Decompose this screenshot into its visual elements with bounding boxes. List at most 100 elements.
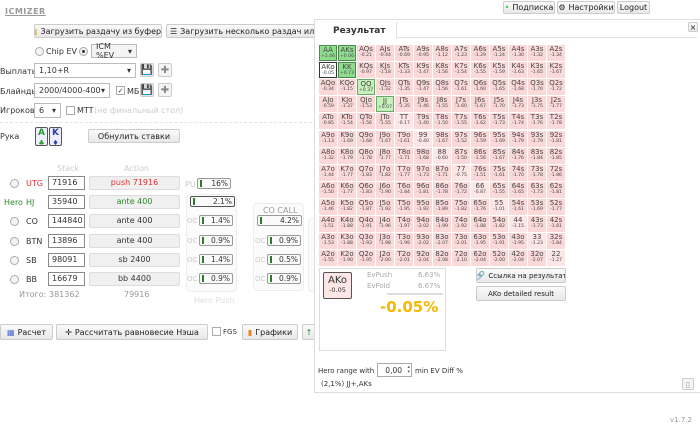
hand-cell-A9o[interactable]: A9o -1.13	[319, 130, 337, 147]
hand-cell-T9o[interactable]: T9o -1.61	[395, 130, 413, 147]
hand-cell-AJo[interactable]: AJo -0.59	[319, 96, 337, 113]
hand-cell-QTo[interactable]: QTo -1.56	[357, 113, 375, 130]
hand-cell-63o[interactable]: 63o -1.95	[471, 233, 489, 250]
hand-cell-K2s[interactable]: K2s -1.67	[547, 62, 565, 79]
card-king-diamonds[interactable]: K ♦	[49, 127, 62, 147]
hand-cell-A6s[interactable]: A6s -1.29	[471, 45, 489, 61]
hand-cell-KJs[interactable]: KJs -1.18	[376, 62, 394, 79]
spinner-icon[interactable]: ▴ ▾	[407, 365, 410, 375]
hand-cell-92s[interactable]: 92s -1.81	[547, 130, 565, 147]
hand-cell-A3o[interactable]: A3o -1.53	[319, 233, 337, 250]
hand-cell-J3o[interactable]: J3o -1.98	[376, 233, 394, 250]
hand-cell-A4o[interactable]: A4o -1.51	[319, 216, 337, 232]
hand-cell-T6s[interactable]: T6s -1.62	[471, 113, 489, 130]
players-select[interactable]: 6 ▾	[34, 103, 61, 118]
hand-cell-T8o[interactable]: T8o -1.71	[395, 147, 413, 164]
co-call-range-bar[interactable]: 0.9%	[267, 273, 301, 284]
hero-radio[interactable]	[10, 237, 19, 246]
fgs-checkbox[interactable]	[212, 327, 221, 336]
hand-cell-A2o[interactable]: A2o -1.55	[319, 250, 337, 267]
hand-cell-98o[interactable]: 98o -1.68	[414, 147, 432, 164]
hand-cell-Q8s[interactable]: Q8s -1.56	[433, 79, 451, 96]
hand-cell-K9o[interactable]: K9o -1.69	[338, 130, 356, 147]
hand-cell-92o[interactable]: 92o -2.04	[414, 250, 432, 267]
stack-input[interactable]: 13896	[48, 234, 85, 248]
hero-push-range-bar[interactable]: 1.4%	[199, 254, 233, 265]
blinds-select[interactable]: 2000/4000-400 ▾	[34, 83, 110, 98]
hero-push-range-bar[interactable]: 1.4%	[199, 215, 233, 226]
hand-cell-72o[interactable]: 72o -2.10	[452, 250, 470, 267]
hand-cell-K3s[interactable]: K3s -1.65	[528, 62, 546, 79]
hand-cell-AQs[interactable]: AQs -0.21	[357, 45, 375, 61]
hand-cell-A2s[interactable]: A2s -1.34	[547, 45, 565, 61]
hand-cell-65o[interactable]: 65o -1.76	[471, 198, 489, 215]
hand-cell-K6s[interactable]: K6s -1.55	[471, 62, 489, 79]
hand-cell-87o[interactable]: 87o -1.71	[433, 164, 451, 181]
hand-cell-T5s[interactable]: T5s -1.73	[490, 113, 508, 130]
hand-cell-QJs[interactable]: QJs -1.32	[376, 79, 394, 96]
result-tab[interactable]: Результат	[319, 22, 397, 38]
hand-cell-87s[interactable]: 87s -1.50	[452, 147, 470, 164]
hand-cell-52s[interactable]: 52s -1.77	[547, 198, 565, 215]
hand-cell-85o[interactable]: 85o -1.89	[433, 198, 451, 215]
hand-cell-T6o[interactable]: T6o -1.84	[395, 181, 413, 198]
hand-cell-KQo[interactable]: KQo -1.15	[338, 79, 356, 96]
hand-cell-93s[interactable]: 93s -1.79	[528, 130, 546, 147]
hand-cell-J4o[interactable]: J4o -1.96	[376, 216, 394, 232]
hand-cell-AKo[interactable]: AKo -0.05	[319, 62, 337, 79]
hand-cell-J6s[interactable]: J6s -1.67	[471, 96, 489, 113]
hand-cell-KQs[interactable]: KQs -0.97	[357, 62, 375, 79]
copy-document-button[interactable]: ▯	[682, 378, 694, 390]
hand-cell-A5o[interactable]: A5o -1.46	[319, 198, 337, 215]
hand-cell-74o[interactable]: 74o -1.92	[452, 216, 470, 232]
hand-cell-J9o[interactable]: J9o -1.67	[376, 130, 394, 147]
hand-cell-KTs[interactable]: KTs -1.33	[395, 62, 413, 79]
hand-cell-54s[interactable]: 54s -1.61	[509, 198, 527, 215]
hand-cell-53o[interactable]: 53o -1.91	[490, 233, 508, 250]
hand-cell-KK[interactable]: KK +0.73	[338, 62, 356, 79]
detailed-result-button[interactable]: AKo detailed result	[476, 286, 566, 301]
hand-cell-99[interactable]: 99 -0.40	[414, 130, 432, 147]
icm-radio[interactable]	[79, 47, 88, 56]
action-button[interactable]: ante 400	[89, 214, 180, 228]
hand-cell-QTs[interactable]: QTs -1.35	[395, 79, 413, 96]
hand-cell-JTo[interactable]: JTo -1.55	[376, 113, 394, 130]
hand-cell-Q9s[interactable]: Q9s -1.47	[414, 79, 432, 96]
hand-cell-TT[interactable]: TT -0.17	[395, 113, 413, 130]
hand-cell-96s[interactable]: 96s -1.59	[471, 130, 489, 147]
hand-cell-KTo[interactable]: KTo -1.54	[338, 113, 356, 130]
hand-cell-43o[interactable]: 43o -1.95	[509, 233, 527, 250]
hand-cell-J7s[interactable]: J7s -1.60	[452, 96, 470, 113]
hand-cell-64s[interactable]: 64s -1.65	[509, 181, 527, 198]
hero-radio[interactable]	[10, 217, 19, 226]
hand-cell-A8o[interactable]: A8o -1.32	[319, 147, 337, 164]
hand-cell-88[interactable]: 88 -0.60	[433, 147, 451, 164]
hand-cell-A6o[interactable]: A6o -1.50	[319, 181, 337, 198]
hand-cell-52o[interactable]: 52o -2.00	[490, 250, 508, 267]
save-blinds-button[interactable]: 💾	[140, 83, 154, 97]
hand-cell-K3o[interactable]: K3o -1.88	[338, 233, 356, 250]
hand-cell-85s[interactable]: 85s -1.67	[490, 147, 508, 164]
chip-ev-radio[interactable]	[35, 47, 44, 56]
hero-radio[interactable]	[10, 275, 19, 284]
hand-cell-J8o[interactable]: J8o -1.77	[376, 147, 394, 164]
add-blinds-button[interactable]: ✚	[158, 83, 172, 97]
add-payouts-button[interactable]: ✚	[158, 63, 172, 77]
hand-cell-42s[interactable]: 42s -1.81	[547, 216, 565, 232]
hand-cell-J5o[interactable]: J5o -1.92	[376, 198, 394, 215]
hand-cell-K6o[interactable]: K6o -1.77	[338, 181, 356, 198]
reset-bets-button[interactable]: Обнулить ставки	[88, 129, 180, 143]
hand-cell-54o[interactable]: 54o -1.82	[490, 216, 508, 232]
pu-range-bar[interactable]: 16%	[197, 178, 231, 189]
icm-mode-select[interactable]: ICM %EV ▾	[91, 42, 137, 60]
hand-cell-K4s[interactable]: K4s -1.63	[509, 62, 527, 79]
hand-cell-96o[interactable]: 96o -1.81	[414, 181, 432, 198]
hand-cell-Q6s[interactable]: Q6s -1.60	[471, 79, 489, 96]
hand-cell-T7s[interactable]: T7s -1.55	[452, 113, 470, 130]
subscription-button[interactable]: • Подписка	[503, 1, 555, 14]
hand-cell-QJo[interactable]: QJo -1.53	[357, 96, 375, 113]
stack-input[interactable]: 71916	[48, 176, 85, 190]
hand-cell-Q5o[interactable]: Q5o -1.87	[357, 198, 375, 215]
hand-cell-T2o[interactable]: T2o -2.01	[395, 250, 413, 267]
hand-cell-83s[interactable]: 83s -1.84	[528, 147, 546, 164]
